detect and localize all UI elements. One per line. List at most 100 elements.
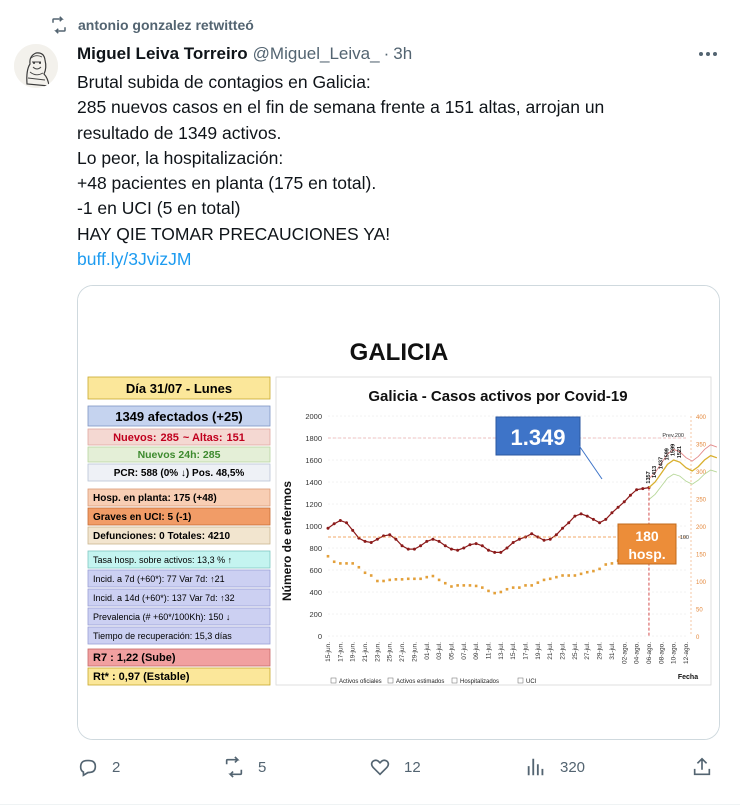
- series-active-point: [622, 500, 626, 504]
- series-active-point: [456, 548, 460, 552]
- x-tick-label: 04-ago.: [634, 642, 641, 664]
- series-hosp-point: [567, 574, 571, 577]
- series-hosp-point: [524, 584, 527, 587]
- x-tick-label: 17-jul.: [523, 642, 530, 660]
- affected-label: 1349 afectados (+25): [115, 409, 243, 424]
- x-tick-label: 05-jul.: [448, 642, 455, 660]
- series-active-point: [548, 537, 552, 541]
- x-tick-label: 01-jul.: [424, 642, 431, 660]
- chart-xlabel: Fecha: [678, 674, 698, 681]
- series-active-point: [517, 537, 521, 541]
- point-value-label: 1521: [677, 446, 683, 458]
- incid14-label: Incid. a 14d (+60*): 137 Var 7d: ↑32: [93, 593, 235, 603]
- series-active-point: [406, 547, 410, 551]
- tweet-media-image[interactable]: GALICIA Día 31/07 - Lunes 1349 afectados…: [77, 285, 720, 740]
- x-tick-label: 31-jul.: [609, 642, 616, 660]
- series-active-point: [437, 539, 441, 543]
- r7-label: R7 : 1,22 (Sube): [93, 652, 176, 664]
- y2-tick-label: 200: [696, 525, 707, 531]
- retweet-label[interactable]: antonio gonzalez retwitteó: [78, 17, 254, 33]
- x-tick-label: 29-jun.: [411, 642, 418, 662]
- reply-count: 2: [112, 758, 121, 776]
- series-active-point: [369, 541, 373, 544]
- y2-tick-label: 250: [696, 498, 707, 504]
- like-count: 12: [404, 758, 421, 776]
- retweet-button[interactable]: 5: [223, 756, 266, 778]
- series-hosp-point: [388, 578, 392, 582]
- share-button[interactable]: [691, 756, 713, 778]
- x-tick-label: 23-jul.: [560, 642, 567, 660]
- tweet-link[interactable]: buff.ly/3JvizJM: [77, 249, 191, 269]
- series-hosp-point: [592, 569, 595, 573]
- x-tick-label: 19-jul.: [535, 642, 542, 660]
- series-hosp-point: [493, 591, 496, 595]
- series-hosp-point: [382, 579, 385, 583]
- svg-text:Activos oficiales: Activos oficiales: [339, 679, 382, 685]
- y2-tick-label: 400: [696, 415, 707, 421]
- series-hosp-point: [499, 590, 503, 594]
- views-button[interactable]: 320: [525, 756, 585, 778]
- author-handle[interactable]: @Miguel_Leiva_: [253, 44, 380, 64]
- series-hosp-point: [468, 584, 472, 587]
- chart-title: Galicia - Casos activos por Covid-19: [368, 388, 627, 405]
- series-active-point: [363, 539, 367, 543]
- active-callout-text: 1.349: [510, 425, 565, 450]
- prev-label: Prev.200: [662, 433, 684, 439]
- pcr-label: PCR: 588 (0% ↓) Pos. 48,5%: [114, 468, 245, 479]
- series-active-point: [412, 547, 416, 551]
- avatar[interactable]: [14, 44, 58, 88]
- point-value-label: 1413: [652, 466, 658, 478]
- x-tick-label: 17-jun.: [337, 642, 344, 662]
- series-active-point: [375, 537, 379, 541]
- y-tick-label: 0: [318, 632, 322, 641]
- nuevos-24h: Nuevos 24h: 285: [138, 449, 221, 461]
- y-tick-label: 800: [309, 544, 322, 553]
- series-active-point: [480, 544, 484, 548]
- series-active-point: [326, 526, 330, 530]
- tweet-line: +48 pacientes en planta (175 en total).: [77, 173, 377, 194]
- uci-label: Graves en UCI: 5 (-1): [93, 512, 191, 523]
- series-hosp-point: [474, 584, 478, 588]
- series-active-point: [598, 521, 602, 525]
- series-hosp-point: [345, 562, 348, 565]
- retweet-icon: [225, 756, 243, 778]
- more-options-button[interactable]: [696, 42, 720, 66]
- series-hosp-point: [573, 574, 577, 577]
- views-count: 320: [560, 758, 586, 776]
- reply-button[interactable]: 2: [77, 756, 120, 778]
- series-active-point: [351, 528, 355, 532]
- point-value-label: 1437: [658, 457, 664, 469]
- hosp-label: Hosp. en planta: 175 (+48): [93, 493, 217, 504]
- series-hosp-point: [536, 581, 540, 584]
- x-tick-label: 15-jun.: [325, 642, 332, 662]
- x-tick-label: 13-jul.: [498, 642, 505, 660]
- series-active-point: [604, 517, 608, 521]
- point-value-label: 1599: [671, 444, 677, 456]
- retweet-count: 5: [258, 758, 267, 776]
- tweet-line: 285 nuevos casos en el fin de semana fre…: [77, 97, 605, 118]
- y2-tick-label: 50: [696, 608, 703, 614]
- y-tick-label: 600: [309, 566, 322, 575]
- x-tick-label: 07-jul.: [461, 642, 468, 660]
- series-hosp-point: [326, 554, 330, 558]
- series-hosp-point: [610, 562, 614, 565]
- series-hosp-point: [462, 584, 466, 587]
- series-hosp-point: [598, 567, 601, 571]
- y-tick-label: 1200: [305, 500, 322, 509]
- series-active-point: [332, 522, 336, 526]
- series-hosp-point: [481, 586, 484, 589]
- y2-tick-label: 350: [696, 443, 707, 449]
- series-active-point: [505, 546, 509, 550]
- y-tick-label: 400: [309, 588, 322, 597]
- like-button[interactable]: 12: [369, 756, 421, 778]
- series-hosp-point: [548, 577, 552, 581]
- series-hosp-point: [419, 577, 422, 581]
- retweet-icon: [52, 16, 66, 34]
- series-hosp-point: [394, 578, 398, 581]
- tweet-time[interactable]: 3h: [393, 44, 412, 64]
- series-active-point: [449, 547, 453, 551]
- author-name[interactable]: Miguel Leiva Torreiro: [77, 44, 248, 64]
- series-active-point: [394, 537, 398, 541]
- series-active-point: [499, 550, 503, 554]
- series-active-point: [511, 541, 515, 544]
